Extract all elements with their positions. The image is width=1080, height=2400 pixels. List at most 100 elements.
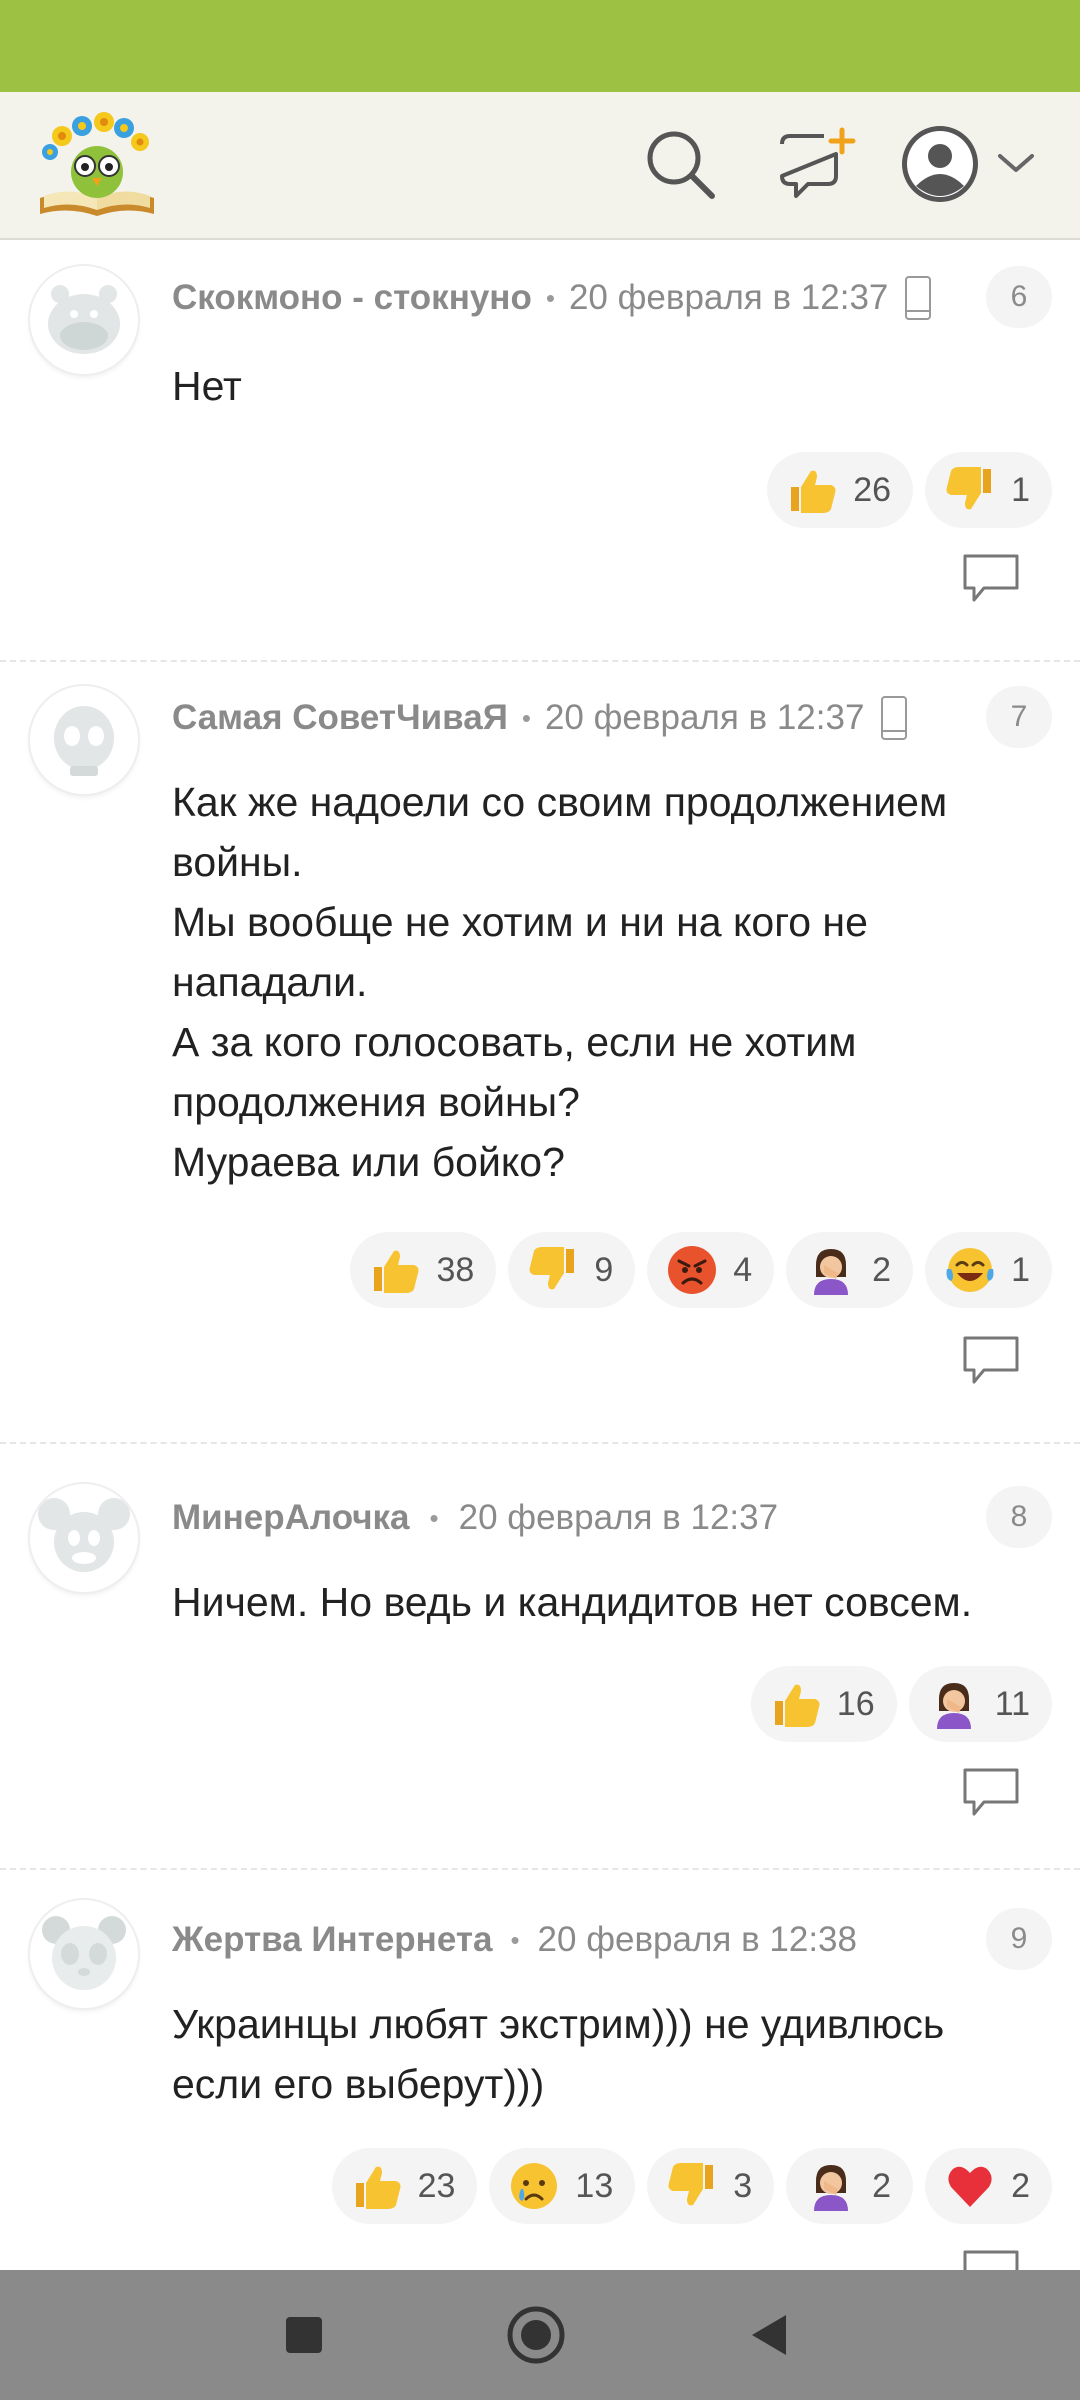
- comment-line: Мы вообще не хотим и ни на кого не: [172, 899, 868, 945]
- reaction-thumbs-down[interactable]: 1: [925, 452, 1052, 528]
- comment: МинерАлочка • 20 февраля в 12:37 8 Ничем…: [0, 1444, 1080, 1870]
- comment-text: Нет: [172, 356, 1050, 416]
- comment-line: Ничем. Но ведь и кандидитов нет совсем.: [172, 1579, 973, 1625]
- reaction-tears-of-joy[interactable]: 1: [925, 1232, 1052, 1308]
- square-recents-icon[interactable]: [272, 2303, 336, 2367]
- crying-face-icon: [507, 2159, 561, 2213]
- comment-line: Нет: [172, 363, 242, 409]
- thumbs-up-icon: [368, 1243, 422, 1297]
- facepalm-icon: [804, 1243, 858, 1297]
- reply-icon[interactable]: [962, 1766, 1020, 1818]
- author-name[interactable]: МинерАлочка: [172, 1498, 410, 1538]
- comment-number: 7: [986, 686, 1052, 748]
- reaction-count: 2: [872, 2166, 892, 2205]
- mouse-avatar-icon: [38, 1498, 130, 1572]
- triangle-back-icon[interactable]: [738, 2303, 802, 2367]
- comment-text: Ничем. Но ведь и кандидитов нет совсем.: [172, 1572, 1050, 1632]
- reply-icon[interactable]: [962, 1334, 1020, 1386]
- separator-dot: •: [429, 1502, 439, 1533]
- phone-icon: [881, 696, 908, 740]
- reaction-facepalm[interactable]: 2: [786, 1232, 914, 1308]
- comment: Самая СоветЧиваЯ • 20 февраля в 12:37 7 …: [0, 662, 1080, 1444]
- reaction-count: 1: [1011, 1250, 1030, 1289]
- comment-line: А за кого голосовать, если не хотим: [172, 1019, 857, 1065]
- search-icon[interactable]: [640, 124, 720, 204]
- thumbs-up-icon: [769, 1677, 823, 1731]
- reaction-count: 1: [1011, 470, 1030, 509]
- facepalm-icon: [804, 2159, 858, 2213]
- reaction-count: 13: [575, 2166, 614, 2205]
- comment-line: если его выберут))): [172, 2061, 545, 2107]
- reaction-thumbs-up[interactable]: 38: [350, 1232, 497, 1308]
- angry-face-icon: [665, 1243, 719, 1297]
- comment-date: 20 февраля в 12:37: [568, 278, 889, 317]
- reaction-count: 26: [853, 470, 892, 509]
- comment-number: 6: [986, 266, 1052, 328]
- reaction-heart[interactable]: 2: [925, 2148, 1052, 2224]
- reaction-thumbs-down[interactable]: 9: [508, 1232, 636, 1308]
- reaction-count: 16: [836, 1684, 875, 1723]
- user-avatar-icon[interactable]: [896, 124, 1056, 204]
- reaction-facepalm[interactable]: 11: [908, 1666, 1052, 1742]
- author-name[interactable]: Жертва Интернета: [172, 1920, 492, 1960]
- facepalm-icon: [927, 1677, 981, 1731]
- comment-text: Как же надоели со своим продолжением вой…: [172, 772, 1050, 1192]
- system-navigation-bar: [0, 2270, 1080, 2400]
- thumbs-up-icon: [785, 463, 839, 517]
- reactions-bar: 16 11: [750, 1666, 1052, 1742]
- reaction-thumbs-up[interactable]: 16: [750, 1666, 897, 1742]
- avatar[interactable]: [30, 266, 138, 374]
- reaction-count: 38: [436, 1250, 475, 1289]
- thumbs-down-icon: [526, 1243, 580, 1297]
- comment-number: 8: [986, 1486, 1052, 1548]
- comment-meta: Жертва Интернета • 20 февраля в 12:38: [172, 1918, 857, 1962]
- reaction-count: 2: [872, 1250, 892, 1289]
- reaction-thumbs-up[interactable]: 23: [331, 2148, 478, 2224]
- reaction-count: 23: [417, 2166, 456, 2205]
- sunflower-owl-book-logo[interactable]: [32, 110, 162, 222]
- comment-meta: Самая СоветЧиваЯ • 20 февраля в 12:37: [172, 696, 908, 740]
- comment: Скокмоно - стокнуно • 20 февраля в 12:37…: [0, 242, 1080, 662]
- avatar[interactable]: [30, 1900, 138, 2008]
- thumbs-down-icon: [943, 463, 997, 517]
- reactions-bar: 26 1: [767, 452, 1052, 528]
- new-post-icon[interactable]: [774, 124, 864, 204]
- avatar[interactable]: [30, 1484, 138, 1592]
- comment-date: 20 февраля в 12:37: [544, 698, 865, 737]
- comment-text: Украинцы любят экстрим))) не удивлюсь ес…: [172, 1994, 1050, 2114]
- reactions-bar: 23 13 3 2 2: [331, 2148, 1052, 2224]
- reaction-count: 3: [733, 2166, 753, 2205]
- reaction-thumbs-up[interactable]: 26: [767, 452, 914, 528]
- comments-feed[interactable]: Скокмоно - стокнуно • 20 февраля в 12:37…: [0, 242, 1080, 2270]
- reaction-count: 11: [994, 1684, 1030, 1723]
- author-name[interactable]: Скокмоно - стокнуно: [172, 278, 532, 318]
- comment-line: войны.: [172, 839, 303, 885]
- comment-line: Украинцы любят экстрим))) не удивлюсь: [172, 2001, 945, 2047]
- panda-avatar-icon: [42, 1916, 126, 1990]
- reaction-count: 9: [594, 1250, 614, 1289]
- reaction-thumbs-down[interactable]: 3: [647, 2148, 775, 2224]
- separator-dot: •: [545, 282, 555, 313]
- app-header: [0, 92, 1080, 240]
- author-name[interactable]: Самая СоветЧиваЯ: [172, 698, 508, 738]
- comment-line: нападали.: [172, 959, 368, 1005]
- comment-meta: МинерАлочка • 20 февраля в 12:37: [172, 1496, 778, 1540]
- reply-icon[interactable]: [962, 552, 1020, 604]
- comment: Жертва Интернета • 20 февраля в 12:38 9 …: [0, 1870, 1080, 2270]
- thumbs-up-icon: [350, 2159, 404, 2213]
- comment-date: 20 февраля в 12:37: [458, 1498, 779, 1537]
- phone-icon: [905, 276, 932, 320]
- reactions-bar: 38 9 4 2 1: [350, 1232, 1052, 1308]
- reaction-angry[interactable]: 4: [647, 1232, 775, 1308]
- reaction-crying[interactable]: 13: [489, 2148, 636, 2224]
- chevron-down-icon: [998, 154, 1034, 172]
- thumbs-down-icon: [665, 2159, 719, 2213]
- reply-icon[interactable]: [962, 2248, 1020, 2270]
- skull-avatar-icon: [54, 706, 114, 776]
- reaction-facepalm[interactable]: 2: [786, 2148, 914, 2224]
- comment-line: Как же надоели со своим продолжением: [172, 779, 948, 825]
- hippo-avatar-icon: [48, 285, 120, 354]
- comment-line: продолжения войны?: [172, 1079, 580, 1125]
- circle-home-icon[interactable]: [504, 2303, 568, 2367]
- avatar[interactable]: [30, 686, 138, 794]
